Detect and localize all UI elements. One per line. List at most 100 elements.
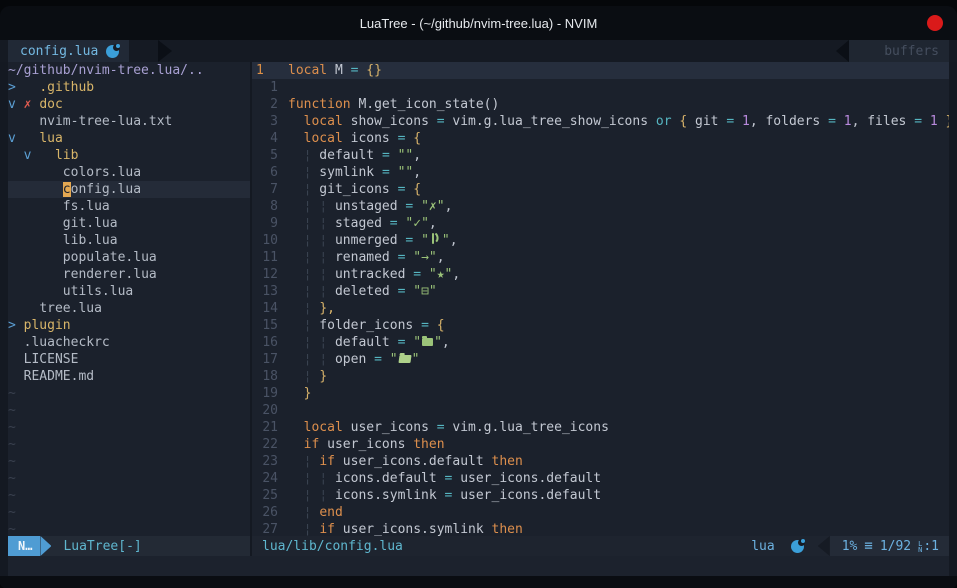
code-line[interactable]: 3 local show_icons = vim.g.lua_tree_show…	[252, 113, 949, 130]
token: =	[421, 318, 429, 333]
tree-item[interactable]: v lua	[8, 130, 250, 147]
token: {	[437, 318, 445, 333]
code-line[interactable]: 9 ¦ ¦ staged = "✓",	[252, 215, 949, 232]
code-text: ¦ ¦ default = "",	[288, 334, 450, 351]
token	[922, 114, 930, 129]
token: ¦	[319, 335, 327, 350]
line-number: 2	[252, 96, 288, 113]
token: icons	[343, 131, 398, 146]
code-line[interactable]: 17 ¦ ¦ open = ""	[252, 351, 949, 368]
tree-item[interactable]: > plugin	[8, 317, 250, 334]
tree-item[interactable]: utils.lua	[8, 283, 250, 300]
token: "✓"	[405, 216, 428, 231]
code-text: ¦ symlink = "",	[288, 164, 421, 181]
line-number: 12	[252, 266, 288, 283]
code-line[interactable]: 22 if user_icons then	[252, 436, 949, 453]
code-line[interactable]: 10 ¦ ¦ unmerged = "",	[252, 232, 949, 249]
tree-item[interactable]: git.lua	[8, 215, 250, 232]
tree-item[interactable]: v lib	[8, 147, 250, 164]
token: ,	[445, 199, 453, 214]
code-line[interactable]: 27 ¦ if user_icons.symlink then	[252, 521, 949, 536]
buffers-segment[interactable]: buffers	[849, 40, 949, 62]
token: doc	[39, 97, 62, 112]
tree-item[interactable]: LICENSE	[8, 351, 250, 368]
token: utils.lua	[63, 284, 133, 299]
statusline-stats: 1% ≡ 1/92 LN :1	[830, 536, 949, 556]
token: symlink	[311, 165, 381, 180]
file-tree-pane[interactable]: ~/github/nvim-tree.lua/..> .githubv ✗ do…	[8, 62, 250, 536]
tree-item[interactable]: populate.lua	[8, 249, 250, 266]
token: =	[413, 267, 421, 282]
tilde-line: ~	[8, 436, 250, 453]
tree-item[interactable]: nvim-tree-lua.txt	[8, 113, 250, 130]
token: =	[382, 148, 390, 163]
tree-item[interactable]: README.md	[8, 368, 250, 385]
token: "	[413, 335, 421, 350]
token	[938, 114, 946, 129]
code-line[interactable]: 19 }	[252, 385, 949, 402]
powerline-arrow-icon	[40, 536, 51, 556]
code-pane[interactable]: 1local M = {}12function M.get_icon_state…	[252, 62, 949, 536]
code-line[interactable]: 4 local icons = {	[252, 130, 949, 147]
token	[16, 131, 39, 146]
code-line[interactable]: 5 ¦ default = "",	[252, 147, 949, 164]
token: fs.lua	[63, 199, 110, 214]
token	[8, 199, 63, 214]
code-text: ¦ ¦ open = ""	[288, 351, 419, 368]
tree-item[interactable]: ~/github/nvim-tree.lua/..	[8, 62, 250, 79]
tree-item[interactable]: fs.lua	[8, 198, 250, 215]
code-line[interactable]: 15 ¦ folder_icons = {	[252, 317, 949, 334]
code-line[interactable]: 11 ¦ ¦ renamed = "→",	[252, 249, 949, 266]
code-line[interactable]: 20	[252, 402, 949, 419]
tree-item[interactable]: .luacheckrc	[8, 334, 250, 351]
code-line[interactable]: 7 ¦ git_icons = {	[252, 181, 949, 198]
token	[288, 114, 304, 129]
code-line[interactable]: 21 local user_icons = vim.g.lua_tree_ico…	[252, 419, 949, 436]
code-line[interactable]: 24 ¦ ¦ icons.default = user_icons.defaul…	[252, 470, 949, 487]
tree-item[interactable]: v ✗ doc	[8, 96, 250, 113]
titlebar: LuaTree - (~/github/nvim-tree.lua) - NVI…	[0, 6, 957, 40]
token: "⊟"	[413, 284, 436, 299]
token	[288, 318, 304, 333]
tree-item[interactable]: colors.lua	[8, 164, 250, 181]
token: =	[382, 165, 390, 180]
code-line[interactable]: 1	[252, 79, 949, 96]
tree-item[interactable]: lib.lua	[8, 232, 250, 249]
code-line[interactable]: 12 ¦ ¦ untracked = "★",	[252, 266, 949, 283]
code-line[interactable]: 25 ¦ ¦ icons.symlink = user_icons.defaul…	[252, 487, 949, 504]
token	[8, 216, 63, 231]
line-number: 22	[252, 436, 288, 453]
code-line[interactable]: 6 ¦ symlink = "",	[252, 164, 949, 181]
code-text: local M = {}	[288, 62, 382, 79]
command-line[interactable]	[8, 556, 949, 576]
token	[382, 352, 390, 367]
token: README.md	[24, 369, 94, 384]
close-button[interactable]	[927, 15, 943, 31]
code-line[interactable]: 13 ¦ ¦ deleted = "⊟"	[252, 283, 949, 300]
token: git.lua	[63, 216, 118, 231]
tree-item[interactable]: > .github	[8, 79, 250, 96]
token	[16, 318, 24, 333]
code-line[interactable]: 26 ¦ end	[252, 504, 949, 521]
token: ¦	[319, 284, 327, 299]
code-line[interactable]: 14 ¦ },	[252, 300, 949, 317]
token: lua	[39, 131, 62, 146]
line-number: 15	[252, 317, 288, 334]
tree-item[interactable]: tree.lua	[8, 300, 250, 317]
code-line[interactable]: 2function M.get_icon_state()	[252, 96, 949, 113]
code-line[interactable]: 8 ¦ ¦ unstaged = "✗",	[252, 198, 949, 215]
token	[8, 301, 39, 316]
code-line[interactable]: 1local M = {}	[252, 62, 949, 79]
code-text: ¦ ¦ icons.default = user_icons.default	[288, 470, 601, 487]
tree-item[interactable]: config.lua	[8, 181, 250, 198]
tilde-line: ~	[8, 385, 250, 402]
code-line[interactable]: 18 ¦ }	[252, 368, 949, 385]
tab-config-lua[interactable]: config.lua	[8, 40, 129, 62]
token: then	[492, 522, 523, 536]
token: default	[311, 148, 381, 163]
code-line[interactable]: 16 ¦ ¦ default = "",	[252, 334, 949, 351]
token: .luacheckrc	[24, 335, 110, 350]
token: staged	[327, 216, 390, 231]
tree-item[interactable]: renderer.lua	[8, 266, 250, 283]
code-line[interactable]: 23 ¦ if user_icons.default then	[252, 453, 949, 470]
